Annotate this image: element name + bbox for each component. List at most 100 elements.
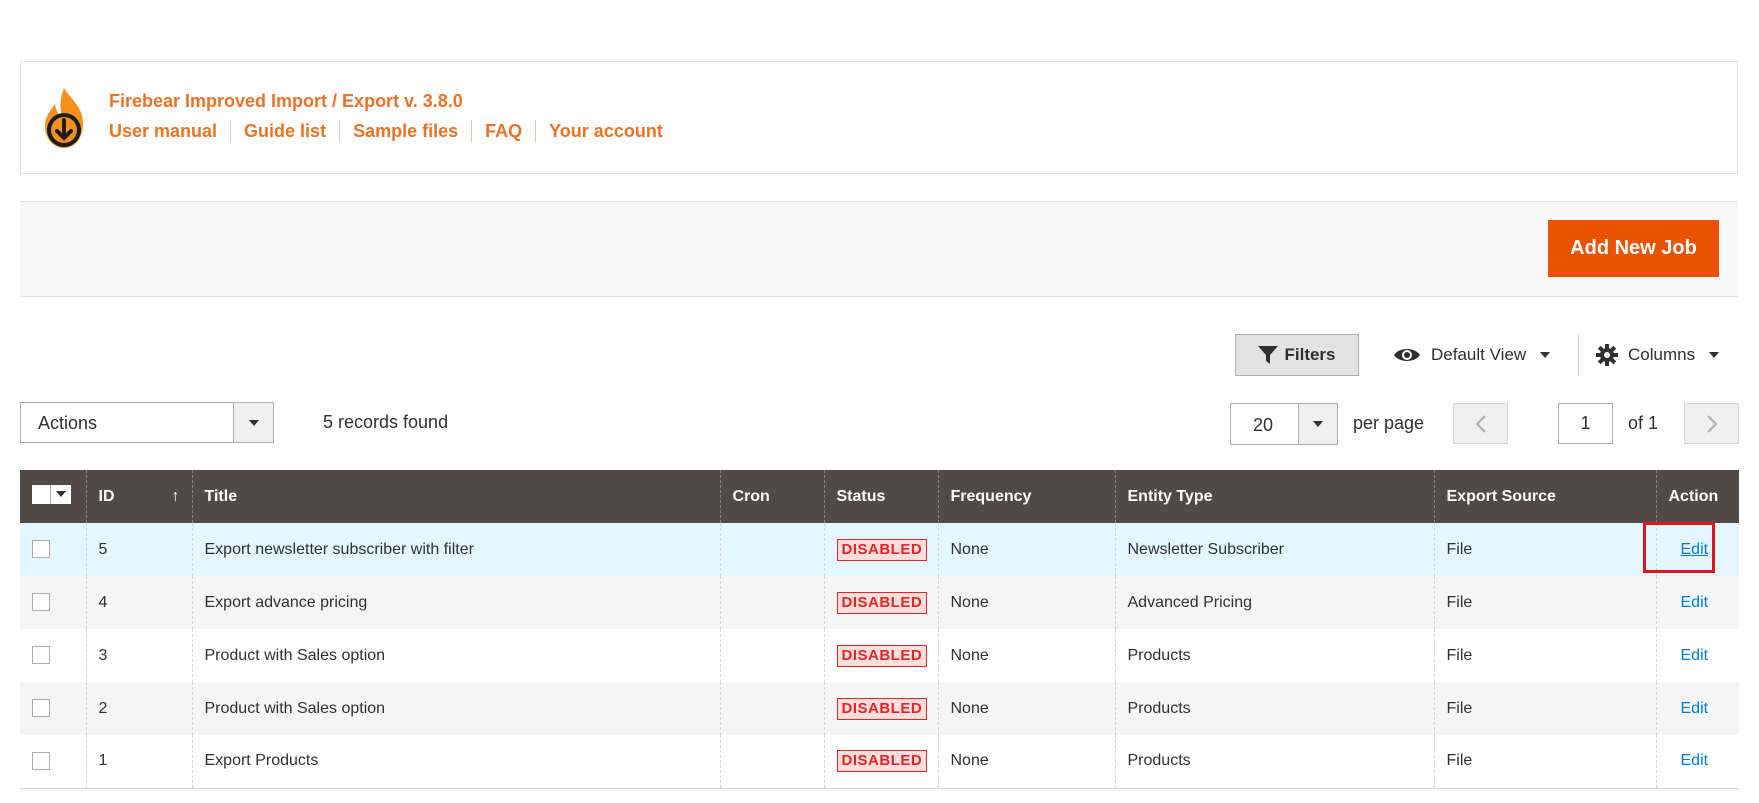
cell-title: Export advance pricing [191,576,720,629]
column-header-frequency[interactable]: Frequency [937,470,1115,523]
cell-title: Product with Sales option [191,629,720,682]
eye-icon [1394,349,1420,361]
user-manual-link[interactable]: User manual [109,120,230,142]
mass-actions-label: Actions [38,413,98,433]
extension-title: Firebear Improved Import / Export v. 3.8… [109,91,463,111]
firebear-logo-icon [45,88,83,148]
columns-control[interactable]: Columns [1596,334,1720,376]
view-switcher[interactable]: Default View [1393,334,1551,376]
cell-id: 2 [85,682,192,735]
edit-link[interactable]: Edit [1681,647,1709,664]
column-header-action: Action [1655,470,1739,523]
chevron-down-icon [1709,352,1720,358]
cell-status: DISABLED [823,629,938,682]
per-page-select[interactable]: 20 [1230,403,1338,445]
per-page-value: 20 [1253,415,1274,435]
cell-cron [719,735,824,789]
chevron-left-icon [1475,414,1486,433]
column-header-entity-type[interactable]: Entity Type [1114,470,1434,523]
sample-files-link[interactable]: Sample files [339,120,471,142]
your-account-link[interactable]: Your account [535,120,676,142]
faq-link[interactable]: FAQ [471,120,535,142]
previous-page-button[interactable] [1453,403,1508,444]
cell-status: DISABLED [823,523,938,576]
next-page-button[interactable] [1684,403,1739,444]
chevron-right-icon [1706,414,1717,433]
column-header-export-source[interactable]: Export Source [1433,470,1656,523]
chevron-down-icon [1540,352,1551,358]
edit-link[interactable]: Edit [1681,594,1709,611]
cell-title: Product with Sales option [191,682,720,735]
column-header-status[interactable]: Status [823,470,938,523]
header-links: User manual Guide list Sample files FAQ … [109,120,676,142]
current-page-input[interactable]: 1 [1558,403,1613,444]
filter-icon [1258,346,1279,364]
status-badge: DISABLED [836,591,928,614]
row-checkbox[interactable] [32,593,50,612]
row-checkbox[interactable] [32,699,50,718]
total-pages: of 1 [1628,413,1659,433]
cell-frequency: None [937,682,1115,735]
cell-export-source: File [1433,682,1656,735]
extension-header: Firebear Improved Import / Export v. 3.8… [20,61,1738,174]
table-row[interactable]: 2 Product with Sales option DISABLED Non… [20,682,1739,735]
table-row[interactable]: 1 Export Products DISABLED None Products… [20,735,1739,789]
edit-link[interactable]: Edit [1681,541,1709,558]
cell-frequency: None [937,576,1115,629]
cell-cron [719,629,824,682]
jobs-grid: ID ↑ Title Cron Status Frequency Entity … [20,470,1739,789]
chevron-down-icon [1298,404,1337,444]
add-new-job-button[interactable]: Add New Job [1548,220,1719,277]
cell-status: DISABLED [823,735,938,789]
mass-select-header[interactable] [20,470,86,523]
cell-action: Edit [1655,735,1739,789]
cell-action: Edit [1655,682,1739,735]
table-row[interactable]: 4 Export advance pricing DISABLED None A… [20,576,1739,629]
status-badge: DISABLED [836,750,928,773]
cell-entity-type: Advanced Pricing [1114,576,1434,629]
cell-cron [719,682,824,735]
filters-button[interactable]: Filters [1235,334,1359,376]
mass-select-control[interactable] [32,484,71,504]
cell-title: Export Products [191,735,720,789]
table-row[interactable]: 3 Product with Sales option DISABLED Non… [20,629,1739,682]
cell-cron [719,523,824,576]
table-row[interactable]: 5 Export newsletter subscriber with filt… [20,523,1739,576]
cell-entity-type: Products [1114,629,1434,682]
status-badge: DISABLED [836,644,928,667]
per-page-label: per page [1353,413,1425,433]
edit-link[interactable]: Edit [1681,700,1709,717]
chevron-down-icon [233,403,273,442]
records-found: 5 records found [323,412,449,432]
row-checkbox-cell [20,735,86,789]
row-checkbox-cell [20,576,86,629]
column-header-cron[interactable]: Cron [719,470,824,523]
guide-list-link[interactable]: Guide list [230,120,339,142]
cell-export-source: File [1433,523,1656,576]
status-badge: DISABLED [836,538,928,561]
edit-link[interactable]: Edit [1681,752,1709,769]
cell-cron [719,576,824,629]
row-checkbox[interactable] [32,752,50,771]
row-checkbox[interactable] [32,646,50,665]
cell-entity-type: Products [1114,682,1434,735]
column-header-title[interactable]: Title [191,470,720,523]
page-actions-bar: Add New Job [20,201,1738,297]
grid-header-row: ID ↑ Title Cron Status Frequency Entity … [20,470,1739,523]
column-header-id[interactable]: ID ↑ [85,470,192,523]
cell-id: 4 [85,576,192,629]
mass-actions-dropdown[interactable]: Actions [20,402,274,443]
cell-status: DISABLED [823,576,938,629]
cell-title: Export newsletter subscriber with filter [191,523,720,576]
view-label: Default View [1431,345,1527,364]
row-checkbox[interactable] [32,540,50,559]
cell-frequency: None [937,629,1115,682]
row-checkbox-cell [20,523,86,576]
cell-entity-type: Newsletter Subscriber [1114,523,1434,576]
cell-action: Edit [1655,523,1739,576]
cell-entity-type: Products [1114,735,1434,789]
cell-action: Edit [1655,629,1739,682]
gear-icon [1596,344,1618,366]
cell-export-source: File [1433,735,1656,789]
cell-id: 5 [85,523,192,576]
